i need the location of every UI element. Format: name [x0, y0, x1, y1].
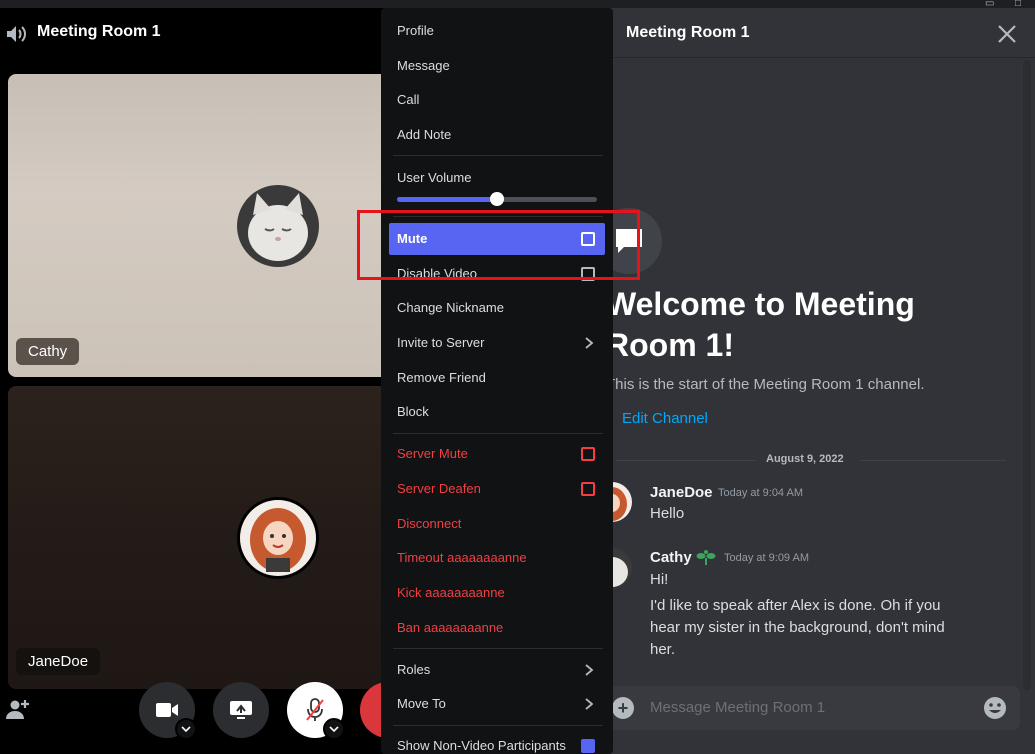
menu-item-remove-friend[interactable]: Remove Friend: [389, 362, 605, 394]
add-user-icon[interactable]: [6, 698, 30, 720]
menu-item-timeout[interactable]: Timeout aaaaaaaanne: [389, 542, 605, 574]
camera-options-button[interactable]: [175, 718, 197, 740]
chevron-right-icon: [585, 337, 594, 349]
user-volume-slider[interactable]: [397, 192, 597, 206]
user-context-menu: Profile Message Call Add Note User Volum…: [381, 8, 613, 754]
sprout-badge-icon: [696, 550, 716, 565]
menu-item-invite-to-server[interactable]: Invite to Server: [389, 327, 605, 359]
message-text: her.: [650, 641, 676, 658]
chat-title: Meeting Room 1: [626, 24, 750, 41]
menu-item-label: Block: [397, 404, 429, 419]
date-divider-text: August 9, 2022: [766, 453, 844, 465]
menu-item-kick[interactable]: Kick aaaaaaaanne: [389, 577, 605, 609]
menu-item-label: Invite to Server: [397, 335, 485, 350]
menu-separator: [393, 433, 603, 434]
message-text: Hi!: [650, 571, 669, 588]
participant-name-tag: JaneDoe: [16, 648, 101, 675]
menu-item-label: Call: [397, 92, 420, 107]
muted-mic-icon: [306, 698, 324, 721]
menu-item-disconnect[interactable]: Disconnect: [389, 508, 605, 540]
chat-header: Meeting Room 1: [606, 8, 1035, 58]
menu-item-label: Move To: [397, 696, 446, 711]
microphone-button[interactable]: [287, 682, 345, 740]
menu-item-label: Timeout aaaaaaaanne: [397, 550, 527, 565]
message-composer[interactable]: + Message Meeting Room 1: [606, 686, 1020, 730]
close-icon[interactable]: [995, 22, 1019, 46]
participant-name-tag: Cathy: [16, 338, 80, 365]
message-author[interactable]: JaneDoe: [650, 484, 713, 501]
menu-item-block[interactable]: Block: [389, 396, 605, 428]
menu-item-roles[interactable]: Roles: [389, 654, 605, 686]
server-mute-checkbox[interactable]: [581, 447, 595, 461]
menu-item-ban[interactable]: Ban aaaaaaaanne: [389, 612, 605, 644]
menu-item-message[interactable]: Message: [389, 50, 605, 82]
welcome-subtitle: This is the start of the Meeting Room 1 …: [606, 376, 925, 393]
emoji-icon[interactable]: [983, 696, 1007, 720]
date-divider-line-left: [616, 460, 756, 461]
date-divider: August 9, 2022: [616, 452, 1006, 468]
message-input-placeholder[interactable]: Message Meeting Room 1: [650, 699, 825, 716]
speaker-icon: [7, 26, 26, 42]
screen-share-icon: [230, 701, 252, 719]
menu-item-label: Change Nickname: [397, 300, 504, 315]
chat-scrollbar[interactable]: [1023, 60, 1031, 690]
menu-item-label: Kick aaaaaaaanne: [397, 585, 505, 600]
welcome-title: Welcome to Meeting Room 1!: [606, 286, 915, 363]
camera-button[interactable]: [139, 682, 197, 740]
server-deafen-checkbox[interactable]: [581, 482, 595, 496]
menu-item-profile[interactable]: Profile: [389, 15, 605, 47]
chevron-right-icon: [585, 664, 594, 676]
camera-icon: [156, 703, 178, 717]
app-root: ▭ □ Meeting Room 1 Cathy JaneDoe Meeting…: [0, 0, 1035, 754]
screen-share-button[interactable]: [213, 682, 269, 738]
menu-item-server-deafen[interactable]: Server Deafen: [389, 473, 605, 505]
menu-item-label: Ban aaaaaaaanne: [397, 620, 504, 635]
menu-item-label: Remove Friend: [397, 370, 486, 385]
window-titlebar: ▭ □: [0, 0, 1035, 9]
message-text: I'd like to speak after Alex is done. Oh…: [650, 597, 941, 614]
menu-separator: [393, 725, 603, 726]
message-timestamp: Today at 9:04 AM: [718, 487, 803, 499]
user-volume-handle[interactable]: [490, 192, 504, 206]
menu-item-label: Server Deafen: [397, 481, 481, 496]
menu-item-show-non-video[interactable]: Show Non-Video Participants: [389, 730, 605, 754]
mic-options-button[interactable]: [323, 718, 345, 740]
user-volume-label: User Volume: [397, 170, 472, 185]
menu-separator: [393, 155, 603, 156]
chevron-down-icon: [181, 726, 191, 732]
chevron-right-icon: [585, 698, 594, 710]
message-text: hear my sister in the background, don't …: [650, 619, 945, 636]
chevron-down-icon: [329, 726, 339, 732]
avatar: [237, 185, 319, 267]
menu-item-label: Show Non-Video Participants: [397, 738, 566, 753]
menu-item-change-nickname[interactable]: Change Nickname: [389, 292, 605, 324]
menu-item-label: Disconnect: [397, 516, 462, 531]
menu-item-move-to[interactable]: Move To: [389, 688, 605, 720]
voice-channel-title: Meeting Room 1: [37, 23, 161, 40]
menu-item-label: Server Mute: [397, 446, 468, 461]
menu-item-label: Roles: [397, 662, 431, 677]
annotation-highlight-box: [357, 210, 640, 280]
avatar: [237, 497, 319, 579]
message-author[interactable]: Cathy: [650, 549, 692, 566]
cat-avatar-icon: [237, 185, 319, 267]
menu-separator: [393, 648, 603, 649]
message-text: Hello: [650, 505, 685, 522]
chat-panel: Meeting Room 1 Welcome to Meeting Room 1…: [592, 8, 1035, 754]
user-volume-fill: [397, 197, 497, 202]
message-timestamp: Today at 9:09 AM: [724, 552, 809, 564]
date-divider-line-right: [861, 460, 1006, 461]
menu-item-label: Add Note: [397, 127, 452, 142]
menu-item-label: Message: [397, 58, 450, 73]
plus-icon[interactable]: +: [612, 697, 634, 719]
menu-item-server-mute[interactable]: Server Mute: [389, 438, 605, 470]
cartoon-avatar-icon: [240, 500, 316, 576]
edit-channel-link[interactable]: Edit Channel: [622, 410, 708, 427]
menu-item-label: Profile: [397, 23, 434, 38]
show-non-video-checkbox[interactable]: [581, 739, 595, 753]
menu-item-add-note[interactable]: Add Note: [389, 119, 605, 151]
menu-item-call[interactable]: Call: [389, 84, 605, 116]
